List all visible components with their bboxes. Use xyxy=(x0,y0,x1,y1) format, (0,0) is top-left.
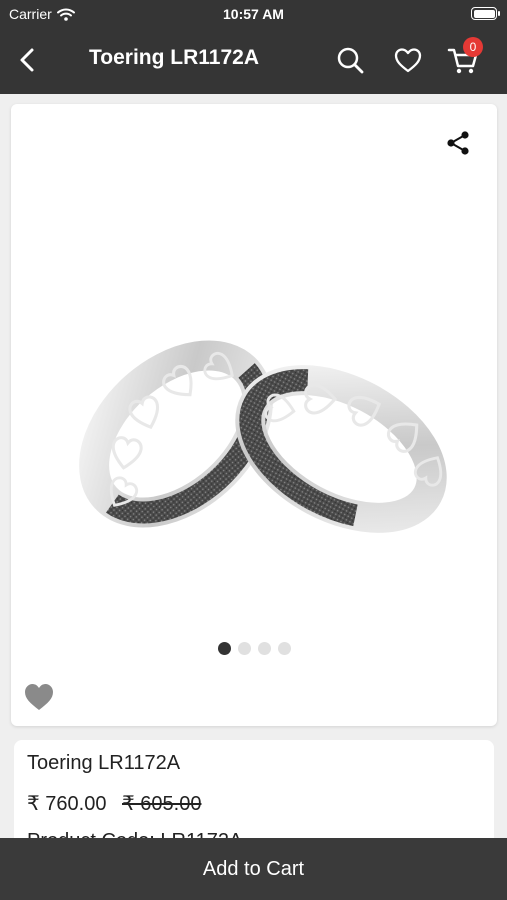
share-icon[interactable] xyxy=(444,129,472,157)
pagination-dot[interactable] xyxy=(258,642,271,655)
status-bar: Carrier 10:57 AM xyxy=(0,0,507,28)
product-image[interactable] xyxy=(66,284,456,584)
product-name: Toering LR1172A xyxy=(27,752,181,774)
page-title: Toering LR1172A xyxy=(89,46,259,69)
cart-count-badge: 0 xyxy=(463,37,483,57)
product-price: ₹ 760.00 xyxy=(27,793,107,815)
product-gallery[interactable] xyxy=(11,104,497,726)
heart-icon[interactable] xyxy=(393,46,423,74)
pagination-dot[interactable] xyxy=(218,642,231,655)
back-arrow-icon[interactable] xyxy=(14,46,42,74)
heart-filled-icon[interactable] xyxy=(23,682,55,712)
battery-icon xyxy=(471,7,500,20)
search-icon[interactable] xyxy=(335,45,365,75)
status-time: 10:57 AM xyxy=(223,6,284,22)
pagination-dot[interactable] xyxy=(278,642,291,655)
pagination-dot[interactable] xyxy=(238,642,251,655)
product-mrp: ₹ 605.00 xyxy=(122,793,202,815)
gallery-pagination xyxy=(218,642,291,655)
nav-bar: Toering LR1172A 0 xyxy=(0,28,507,94)
add-to-cart-button[interactable]: Add to Cart xyxy=(0,838,507,900)
